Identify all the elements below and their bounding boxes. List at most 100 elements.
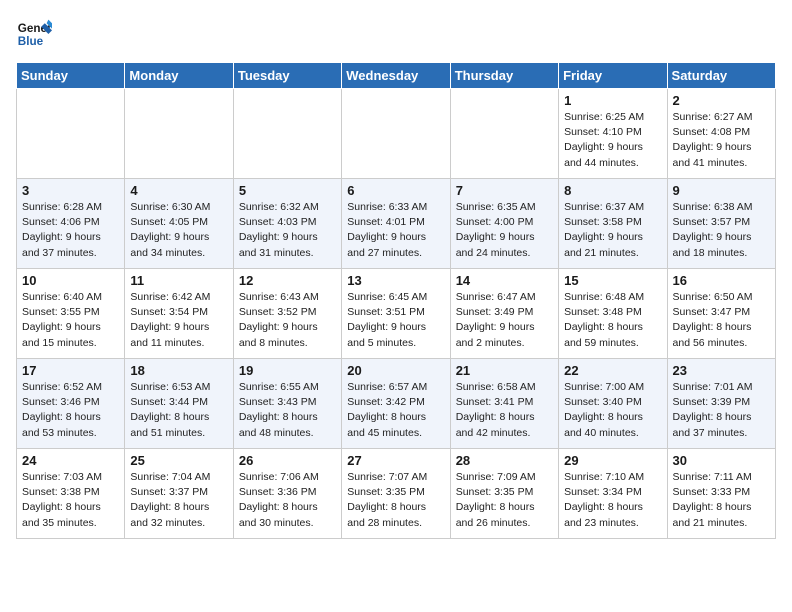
- cell-content: Sunrise: 6:53 AM Sunset: 3:44 PM Dayligh…: [130, 380, 227, 441]
- weekday-header: Monday: [125, 63, 233, 89]
- cell-content: Sunrise: 6:47 AM Sunset: 3:49 PM Dayligh…: [456, 290, 553, 351]
- day-number: 9: [673, 183, 770, 198]
- cell-content: Sunrise: 6:58 AM Sunset: 3:41 PM Dayligh…: [456, 380, 553, 441]
- calendar-cell: 5 Sunrise: 6:32 AM Sunset: 4:03 PM Daylig…: [233, 179, 341, 269]
- cell-content: Sunrise: 7:04 AM Sunset: 3:37 PM Dayligh…: [130, 470, 227, 531]
- header-row: SundayMondayTuesdayWednesdayThursdayFrid…: [17, 63, 776, 89]
- logo: General Blue: [16, 16, 56, 52]
- svg-text:Blue: Blue: [18, 35, 44, 48]
- day-number: 23: [673, 363, 770, 378]
- calendar-cell: [125, 89, 233, 179]
- day-number: 25: [130, 453, 227, 468]
- cell-content: Sunrise: 7:07 AM Sunset: 3:35 PM Dayligh…: [347, 470, 444, 531]
- day-number: 11: [130, 273, 227, 288]
- day-number: 4: [130, 183, 227, 198]
- cell-content: Sunrise: 6:57 AM Sunset: 3:42 PM Dayligh…: [347, 380, 444, 441]
- day-number: 13: [347, 273, 444, 288]
- cell-content: Sunrise: 6:43 AM Sunset: 3:52 PM Dayligh…: [239, 290, 336, 351]
- day-number: 20: [347, 363, 444, 378]
- weekday-header: Friday: [559, 63, 667, 89]
- day-number: 26: [239, 453, 336, 468]
- logo-icon: General Blue: [16, 16, 52, 52]
- calendar-cell: 15 Sunrise: 6:48 AM Sunset: 3:48 PM Dayli…: [559, 269, 667, 359]
- day-number: 12: [239, 273, 336, 288]
- calendar-week-row: 24Sunrise: 7:03 AM Sunset: 3:38 PM Dayli…: [17, 449, 776, 539]
- weekday-header: Saturday: [667, 63, 775, 89]
- calendar-cell: 2Sunrise: 6:27 AM Sunset: 4:08 PM Daylig…: [667, 89, 775, 179]
- day-number: 28: [456, 453, 553, 468]
- cell-content: Sunrise: 7:06 AM Sunset: 3:36 PM Dayligh…: [239, 470, 336, 531]
- calendar-cell: 24Sunrise: 7:03 AM Sunset: 3:38 PM Dayli…: [17, 449, 125, 539]
- calendar-cell: 11 Sunrise: 6:42 AM Sunset: 3:54 PM Dayli…: [125, 269, 233, 359]
- calendar-cell: 25 Sunrise: 7:04 AM Sunset: 3:37 PM Dayli…: [125, 449, 233, 539]
- day-number: 16: [673, 273, 770, 288]
- calendar-cell: [450, 89, 558, 179]
- weekday-header: Sunday: [17, 63, 125, 89]
- calendar-cell: 21 Sunrise: 6:58 AM Sunset: 3:41 PM Dayli…: [450, 359, 558, 449]
- day-number: 15: [564, 273, 661, 288]
- cell-content: Sunrise: 6:25 AM Sunset: 4:10 PM Dayligh…: [564, 110, 661, 171]
- cell-content: Sunrise: 7:11 AM Sunset: 3:33 PM Dayligh…: [673, 470, 770, 531]
- day-number: 3: [22, 183, 119, 198]
- calendar-cell: [342, 89, 450, 179]
- calendar-cell: 13Sunrise: 6:45 AM Sunset: 3:51 PM Dayli…: [342, 269, 450, 359]
- calendar-cell: 12 Sunrise: 6:43 AM Sunset: 3:52 PM Dayli…: [233, 269, 341, 359]
- day-number: 18: [130, 363, 227, 378]
- calendar-cell: 6Sunrise: 6:33 AM Sunset: 4:01 PM Daylig…: [342, 179, 450, 269]
- cell-content: Sunrise: 6:38 AM Sunset: 3:57 PM Dayligh…: [673, 200, 770, 261]
- calendar-cell: [233, 89, 341, 179]
- cell-content: Sunrise: 6:50 AM Sunset: 3:47 PM Dayligh…: [673, 290, 770, 351]
- cell-content: Sunrise: 7:01 AM Sunset: 3:39 PM Dayligh…: [673, 380, 770, 441]
- calendar-cell: [17, 89, 125, 179]
- calendar-week-row: 3Sunrise: 6:28 AM Sunset: 4:06 PM Daylig…: [17, 179, 776, 269]
- cell-content: Sunrise: 7:09 AM Sunset: 3:35 PM Dayligh…: [456, 470, 553, 531]
- day-number: 24: [22, 453, 119, 468]
- day-number: 8: [564, 183, 661, 198]
- calendar-week-row: 10 Sunrise: 6:40 AM Sunset: 3:55 PM Dayli…: [17, 269, 776, 359]
- day-number: 14: [456, 273, 553, 288]
- day-number: 10: [22, 273, 119, 288]
- cell-content: Sunrise: 6:30 AM Sunset: 4:05 PM Dayligh…: [130, 200, 227, 261]
- cell-content: Sunrise: 6:48 AM Sunset: 3:48 PM Dayligh…: [564, 290, 661, 351]
- cell-content: Sunrise: 6:37 AM Sunset: 3:58 PM Dayligh…: [564, 200, 661, 261]
- calendar-cell: 29Sunrise: 7:10 AM Sunset: 3:34 PM Dayli…: [559, 449, 667, 539]
- cell-content: Sunrise: 6:32 AM Sunset: 4:03 PM Dayligh…: [239, 200, 336, 261]
- day-number: 27: [347, 453, 444, 468]
- weekday-header: Wednesday: [342, 63, 450, 89]
- calendar-week-row: 17 Sunrise: 6:52 AM Sunset: 3:46 PM Dayli…: [17, 359, 776, 449]
- day-number: 22: [564, 363, 661, 378]
- calendar-body: 1 Sunrise: 6:25 AM Sunset: 4:10 PM Daylig…: [17, 89, 776, 539]
- weekday-header: Thursday: [450, 63, 558, 89]
- cell-content: Sunrise: 6:40 AM Sunset: 3:55 PM Dayligh…: [22, 290, 119, 351]
- calendar-cell: 30Sunrise: 7:11 AM Sunset: 3:33 PM Dayli…: [667, 449, 775, 539]
- day-number: 6: [347, 183, 444, 198]
- calendar-cell: 18 Sunrise: 6:53 AM Sunset: 3:44 PM Dayli…: [125, 359, 233, 449]
- calendar-cell: 19Sunrise: 6:55 AM Sunset: 3:43 PM Dayli…: [233, 359, 341, 449]
- day-number: 21: [456, 363, 553, 378]
- calendar-cell: 14 Sunrise: 6:47 AM Sunset: 3:49 PM Dayli…: [450, 269, 558, 359]
- cell-content: Sunrise: 7:10 AM Sunset: 3:34 PM Dayligh…: [564, 470, 661, 531]
- calendar-cell: 23 Sunrise: 7:01 AM Sunset: 3:39 PM Dayli…: [667, 359, 775, 449]
- day-number: 17: [22, 363, 119, 378]
- day-number: 1: [564, 93, 661, 108]
- calendar-cell: 17 Sunrise: 6:52 AM Sunset: 3:46 PM Dayli…: [17, 359, 125, 449]
- cell-content: Sunrise: 7:00 AM Sunset: 3:40 PM Dayligh…: [564, 380, 661, 441]
- calendar-cell: 9 Sunrise: 6:38 AM Sunset: 3:57 PM Daylig…: [667, 179, 775, 269]
- calendar-cell: 22 Sunrise: 7:00 AM Sunset: 3:40 PM Dayli…: [559, 359, 667, 449]
- calendar-cell: 4 Sunrise: 6:30 AM Sunset: 4:05 PM Daylig…: [125, 179, 233, 269]
- day-number: 5: [239, 183, 336, 198]
- calendar-cell: 28 Sunrise: 7:09 AM Sunset: 3:35 PM Dayli…: [450, 449, 558, 539]
- calendar-cell: 20 Sunrise: 6:57 AM Sunset: 3:42 PM Dayli…: [342, 359, 450, 449]
- cell-content: Sunrise: 6:35 AM Sunset: 4:00 PM Dayligh…: [456, 200, 553, 261]
- calendar-table: SundayMondayTuesdayWednesdayThursdayFrid…: [16, 62, 776, 539]
- day-number: 7: [456, 183, 553, 198]
- cell-content: Sunrise: 6:52 AM Sunset: 3:46 PM Dayligh…: [22, 380, 119, 441]
- calendar-cell: 10 Sunrise: 6:40 AM Sunset: 3:55 PM Dayli…: [17, 269, 125, 359]
- calendar-cell: 26 Sunrise: 7:06 AM Sunset: 3:36 PM Dayli…: [233, 449, 341, 539]
- page-header: General Blue: [16, 16, 776, 52]
- calendar-cell: 8 Sunrise: 6:37 AM Sunset: 3:58 PM Daylig…: [559, 179, 667, 269]
- calendar-header: SundayMondayTuesdayWednesdayThursdayFrid…: [17, 63, 776, 89]
- day-number: 19: [239, 363, 336, 378]
- cell-content: Sunrise: 6:42 AM Sunset: 3:54 PM Dayligh…: [130, 290, 227, 351]
- calendar-cell: 3Sunrise: 6:28 AM Sunset: 4:06 PM Daylig…: [17, 179, 125, 269]
